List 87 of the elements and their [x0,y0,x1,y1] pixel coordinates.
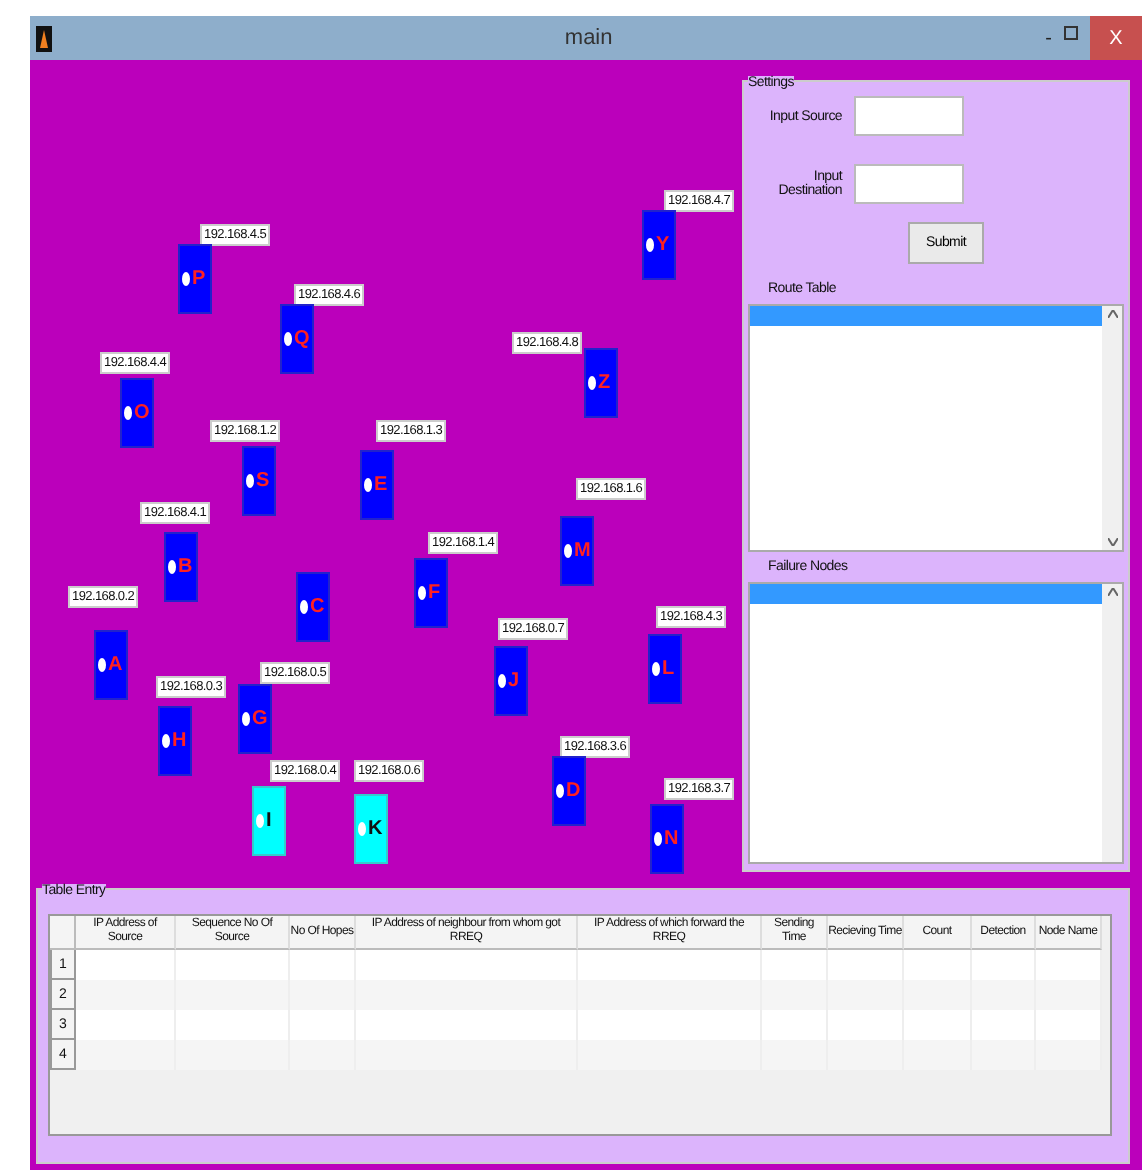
minimize-button[interactable]: - [1045,27,1052,49]
table-cell[interactable] [578,950,762,980]
network-node[interactable]: O [120,378,154,448]
network-node[interactable]: E [360,450,394,520]
node-letter: Y [656,235,670,255]
maximize-icon[interactable] [1064,25,1078,39]
scroll-up-icon[interactable] [1107,310,1117,318]
network-node[interactable]: Y [642,210,676,280]
network-node[interactable]: S [242,446,276,516]
network-node[interactable]: K [354,794,388,864]
scrollbar[interactable] [1102,306,1122,550]
network-node[interactable]: Q [280,304,314,374]
node-dot-icon [124,406,132,420]
table-cell[interactable] [76,1040,176,1070]
node-dot-icon [168,560,176,574]
node-letter: E [374,475,388,495]
table-cell[interactable] [762,950,828,980]
node-letter: I [266,811,272,831]
node-dot-icon [246,474,254,488]
scrollbar[interactable] [1102,584,1122,862]
network-node[interactable]: G [238,684,272,754]
scroll-up-icon[interactable] [1107,588,1117,596]
network-node[interactable]: P [178,244,212,314]
network-node[interactable]: J [494,646,528,716]
node-letter: P [192,269,206,289]
node-letter: L [662,659,675,679]
node-letter: Q [294,329,310,349]
network-node[interactable]: F [414,558,448,628]
node-letter: O [134,403,150,423]
scroll-down-icon[interactable] [1107,538,1117,546]
network-node[interactable]: A [94,630,128,700]
input-source-field[interactable] [854,96,964,136]
node-letter: M [574,541,591,561]
node-letter: B [178,557,193,577]
node-letter: D [566,781,581,801]
input-destination-field[interactable] [854,164,964,204]
node-letter: H [172,731,187,751]
node-letter: G [252,709,268,729]
app-logo-icon [36,25,52,51]
table-cell[interactable] [176,950,290,980]
node-letter: N [664,829,679,849]
node-letter: Z [598,373,611,393]
network-node[interactable]: H [158,706,192,776]
node-dot-icon [646,238,654,252]
node-letter: S [256,471,270,491]
table-cell[interactable] [904,950,972,980]
table-cell[interactable] [290,950,356,980]
node-letter: F [428,583,441,603]
table-cell[interactable] [1036,950,1102,980]
node-dot-icon [652,662,660,676]
node-dot-icon [242,712,250,726]
node-dot-icon [564,544,572,558]
table-cell[interactable] [828,950,904,980]
node-dot-icon [358,822,366,836]
node-dot-icon [556,784,564,798]
node-dot-icon [364,478,372,492]
node-dot-icon [182,272,190,286]
failure-nodes-list[interactable] [748,582,1124,864]
network-node[interactable]: Z [584,348,618,418]
table-cell[interactable] [76,950,176,980]
table-cell[interactable] [76,980,176,1010]
table-cell[interactable] [76,1010,176,1040]
node-dot-icon [588,376,596,390]
close-button[interactable]: X [1090,16,1142,60]
node-dot-icon [98,658,106,672]
node-dot-icon [654,832,662,846]
node-dot-icon [256,814,264,828]
node-dot-icon [418,586,426,600]
network-node[interactable]: M [560,516,594,586]
table-cell[interactable] [356,950,578,980]
network-node[interactable]: C [296,572,330,642]
node-letter: A [108,655,123,675]
node-letter: J [508,671,520,691]
network-node[interactable]: L [648,634,682,704]
table-cell[interactable] [972,950,1036,980]
network-node[interactable]: N [650,804,684,874]
route-table-list[interactable] [748,304,1124,552]
network-node[interactable]: D [552,756,586,826]
node-letter: C [310,597,325,617]
node-letter: K [368,819,383,839]
node-dot-icon [300,600,308,614]
node-dot-icon [284,332,292,346]
node-dot-icon [162,734,170,748]
network-node[interactable]: I [252,786,286,856]
network-node[interactable]: B [164,532,198,602]
window-title: main [562,26,615,50]
node-dot-icon [498,674,506,688]
